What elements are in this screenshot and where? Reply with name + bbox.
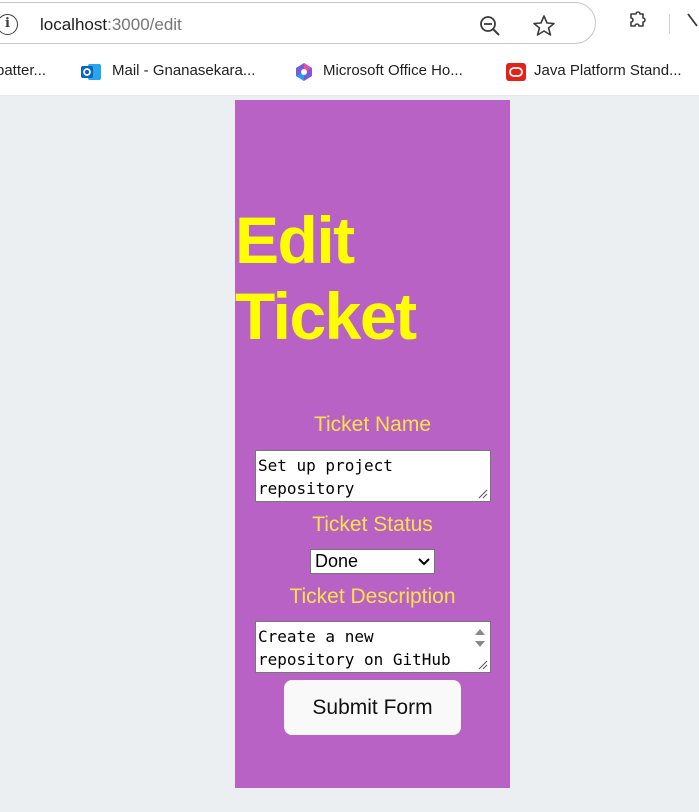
ticket-description-line-1: Create a new: [258, 627, 374, 646]
ticket-description-field[interactable]: Create a new repository on GitHub: [255, 621, 491, 673]
ticket-name-field[interactable]: Set up project repository: [255, 450, 491, 502]
star-icon[interactable]: [532, 14, 556, 38]
chevron-down-icon: [418, 558, 430, 566]
submit-button[interactable]: Submit Form: [284, 680, 461, 735]
ticket-name-label: Ticket Name: [313, 413, 432, 436]
office-icon: [296, 63, 312, 81]
info-icon[interactable]: i: [0, 14, 18, 35]
title-line-1: Edit: [235, 203, 355, 277]
url-host: localhost: [40, 15, 108, 34]
edit-ticket-panel: Edit Ticket Ticket Name Set up project r…: [235, 100, 510, 788]
ticket-description-line-2: repository on GitHub: [258, 650, 451, 669]
bookmark-item[interactable]: Java Platform Stand...: [534, 62, 682, 79]
ticket-description-label: Ticket Description: [289, 585, 456, 608]
page-title: Edit Ticket: [235, 202, 510, 354]
ticket-name-line-1: Set up project: [258, 456, 393, 475]
oracle-icon: [506, 63, 526, 81]
toolbar-divider: [669, 14, 670, 34]
bookmarks-bar: batter... Mail - Gnanasekara... Microsof…: [0, 48, 699, 96]
ticket-name-line-2: repository: [258, 479, 355, 498]
bookmark-label: Microsoft Office Ho...: [323, 62, 463, 79]
more-icon[interactable]: [686, 12, 699, 34]
bookmark-label: Java Platform Stand...: [534, 62, 682, 79]
bookmark-label: batter...: [0, 62, 47, 79]
url-text[interactable]: localhost:3000/edit: [40, 15, 182, 35]
ticket-status-select[interactable]: Done: [310, 549, 435, 574]
extensions-icon[interactable]: [624, 11, 648, 35]
browser-toolbar: i localhost:3000/edit: [0, 0, 699, 48]
bookmark-label: Mail - Gnanasekara...: [112, 62, 256, 79]
bookmark-item[interactable]: batter...: [0, 62, 46, 79]
bookmark-item[interactable]: Mail - Gnanasekara...: [112, 62, 255, 79]
resize-handle-icon[interactable]: [478, 489, 488, 499]
bookmark-item[interactable]: Microsoft Office Ho...: [323, 62, 463, 79]
ticket-status-value: Done: [315, 551, 359, 571]
address-bar[interactable]: i localhost:3000/edit: [0, 2, 596, 44]
title-line-2: Ticket: [235, 279, 417, 353]
url-path: :3000/edit: [107, 15, 182, 34]
scroll-arrows-icon[interactable]: [472, 624, 488, 654]
ticket-status-label: Ticket Status: [312, 513, 433, 536]
resize-handle-icon[interactable]: [478, 660, 488, 670]
zoom-out-icon[interactable]: [479, 15, 501, 37]
outlook-icon: [81, 64, 101, 80]
